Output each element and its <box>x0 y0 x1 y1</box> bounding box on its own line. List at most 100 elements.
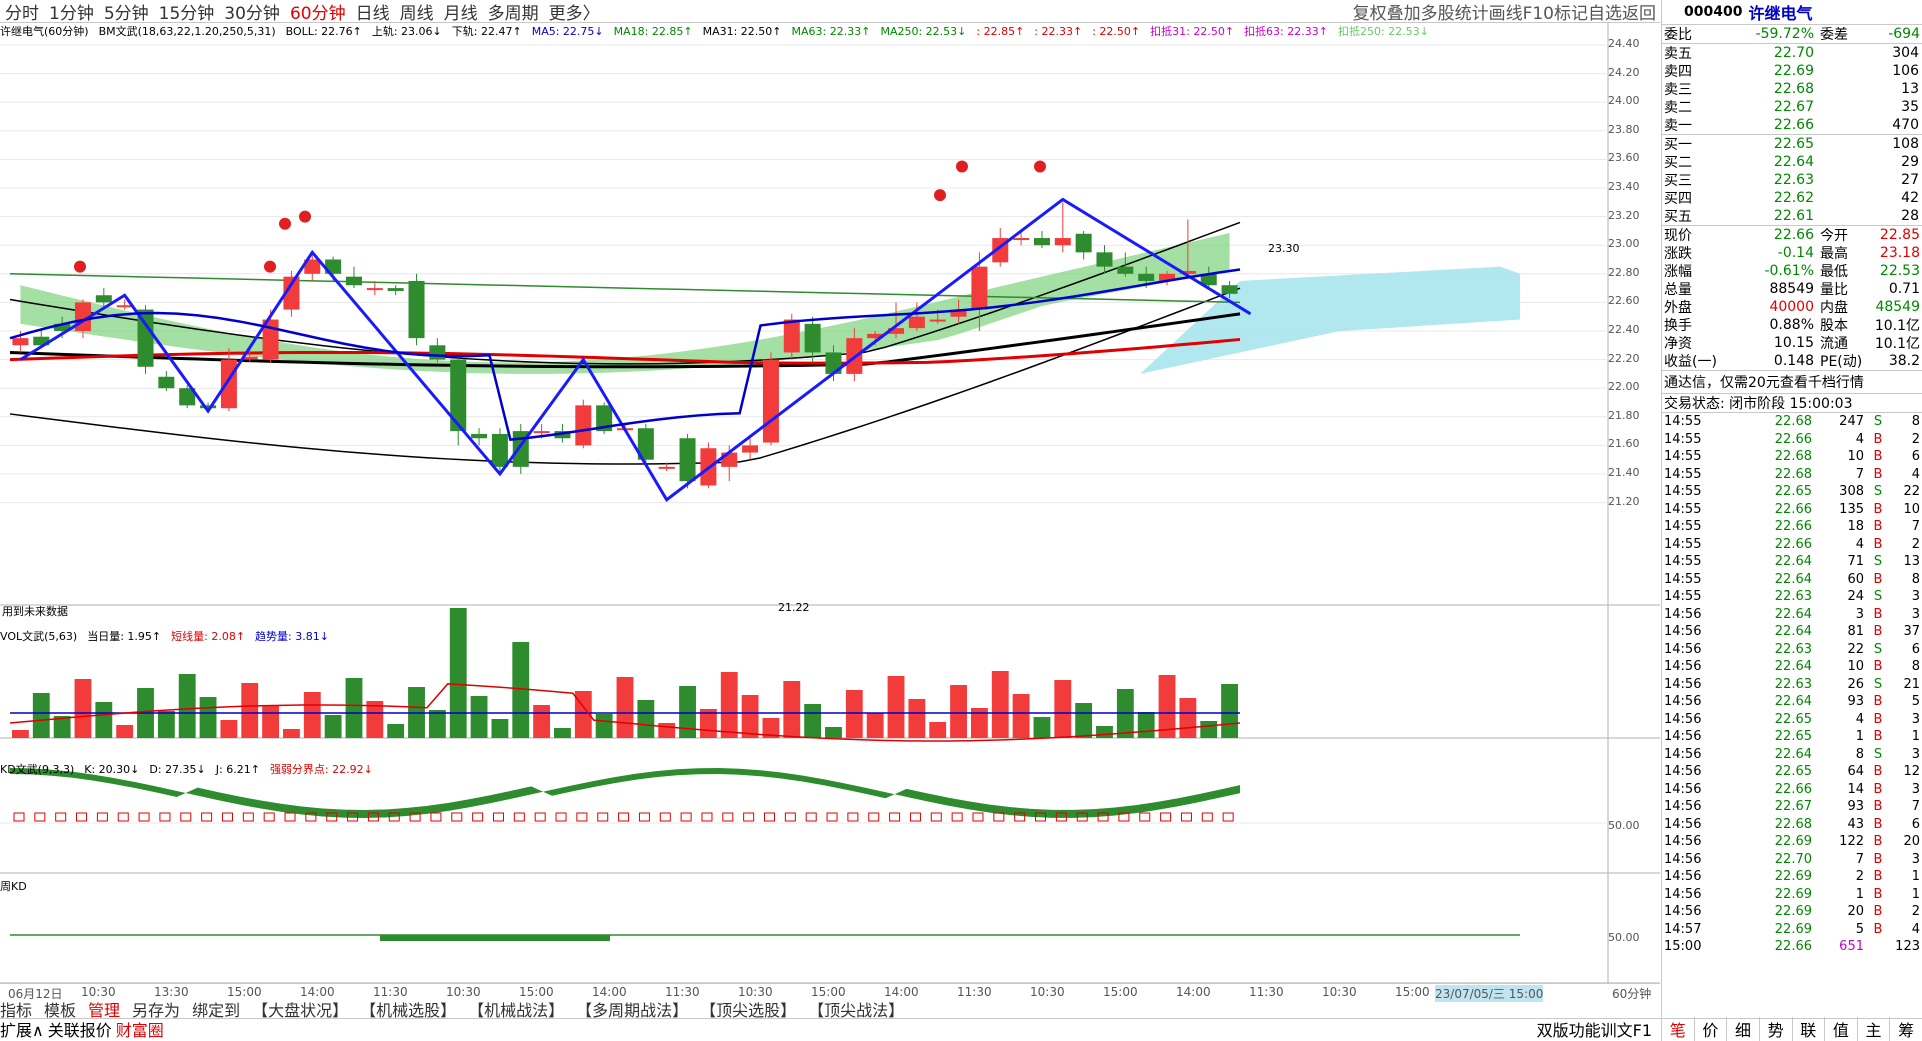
volume-bar <box>157 711 175 738</box>
template-tab[interactable]: 管理 <box>88 1000 120 1018</box>
template-tab[interactable]: 【顶尖选股】 <box>700 1000 796 1018</box>
candle-body <box>429 345 446 360</box>
tick-row: 14:56 22.64 3 B 3 <box>1662 606 1922 624</box>
chart-area[interactable]: 许继电气(60分钟) BM文武(18,63,22,1.20,250,5,31) … <box>0 23 1660 983</box>
kline-chart[interactable] <box>0 23 1660 983</box>
period-tab[interactable]: 5分钟 <box>104 0 149 24</box>
period-tab[interactable]: 周线 <box>400 0 434 24</box>
period-tab[interactable]: 分时 <box>5 0 39 24</box>
trade-status: 交易状态: 闭市阶段 15:00:03 <box>1664 396 1853 412</box>
tick-time: 14:55 <box>1664 501 1702 517</box>
candle-body <box>220 359 237 409</box>
volume-bar <box>533 705 551 738</box>
volume-bar <box>866 713 884 738</box>
tick-price: 22.69 <box>1774 886 1812 902</box>
tick-volume: 93 <box>1847 694 1864 710</box>
quote-value: 0.88% <box>1769 317 1814 333</box>
related-quote-button[interactable]: 关联报价 <box>48 1019 112 1039</box>
tick-count: 2 <box>1911 536 1920 552</box>
tick-count: 123 <box>1895 939 1920 955</box>
period-tab[interactable]: 30分钟 <box>224 0 280 24</box>
candle-body <box>658 466 675 469</box>
time-axis-label: 10:30 <box>1030 985 1065 999</box>
expand-button[interactable]: 扩展∧ <box>0 1019 44 1039</box>
volume-bar <box>303 692 321 738</box>
price-axis-label: 23.00 <box>1608 237 1640 251</box>
order-price: 22.66 <box>1773 117 1814 133</box>
template-tab[interactable]: 模板 <box>44 1000 76 1018</box>
top-tools-label[interactable]: 复权叠加多股统计画线F10标记自选返回 <box>1353 0 1656 24</box>
tick-direction: B <box>1873 501 1883 517</box>
template-tab[interactable]: 【多周期战法】 <box>576 1000 688 1018</box>
tick-volume: 7 <box>1855 466 1864 482</box>
volume-bar <box>1075 703 1093 738</box>
period-tab[interactable]: 15分钟 <box>159 0 215 24</box>
extra-v1: : 22.85↑ <box>976 24 1025 38</box>
wealth-circle-button[interactable]: 财富圈 <box>116 1019 164 1039</box>
bottom-right-tools[interactable]: 双版功能训文F1 <box>1537 1019 1652 1039</box>
tick-direction: B <box>1873 519 1883 535</box>
tick-direction: B <box>1873 904 1883 920</box>
tick-row: 14:56 22.63 22 S 6 <box>1662 641 1922 659</box>
volume-bar <box>1054 680 1072 738</box>
vol-short: 短线量: 2.08↑ <box>171 630 246 643</box>
quote-row: 收益(一) 0.148 PE(动) 38.2 <box>1662 352 1922 370</box>
quote-row: 总量 88549 量比 0.71 <box>1662 280 1922 298</box>
quote-value: 23.18 <box>1879 245 1920 261</box>
top-tools[interactable]: 复权叠加多股统计画线F10标记自选返回 <box>1352 0 1656 24</box>
vol-today: 当日量: 1.95↑ <box>87 630 162 643</box>
template-tab[interactable]: 【机械战法】 <box>468 1000 564 1018</box>
volume-bar <box>1221 684 1238 738</box>
tick-row: 14:56 22.65 4 B 3 <box>1662 711 1922 729</box>
signal-marker <box>299 210 311 223</box>
tick-volume: 93 <box>1847 799 1864 815</box>
tick-count: 13 <box>1903 554 1920 570</box>
tick-volume: 4 <box>1855 536 1864 552</box>
tick-time: 14:55 <box>1664 571 1702 587</box>
period-tab[interactable]: 多周期 <box>488 0 539 24</box>
tick-time: 14:56 <box>1664 606 1702 622</box>
template-tab[interactable]: 【大盘状况】 <box>252 1000 348 1018</box>
tick-count: 8 <box>1911 571 1920 587</box>
kd-axis-label: 50.00 <box>1608 819 1640 832</box>
quote-row: 涨幅 -0.61% 最低 22.53 <box>1662 262 1922 280</box>
candle-body <box>679 438 696 482</box>
tick-price: 22.66 <box>1774 781 1812 797</box>
period-tab[interactable]: 60分钟 <box>290 0 346 24</box>
quote-value: -0.61% <box>1764 263 1814 279</box>
kd-box <box>847 812 859 822</box>
order-label: 买三 <box>1664 173 1692 189</box>
price-axis-label: 23.20 <box>1608 208 1640 222</box>
time-axis-label: 14:00 <box>592 985 627 999</box>
tick-list[interactable]: 14:55 22.68 247 S 8 14:55 22.66 4 B 2 14:55 22.68 10… <box>1662 412 1922 956</box>
tick-count: 7 <box>1911 799 1920 815</box>
period-tab[interactable]: 1分钟 <box>49 0 94 24</box>
tick-volume: 18 <box>1847 519 1864 535</box>
period-tab[interactable]: 日线 <box>356 0 390 24</box>
tick-price: 22.69 <box>1774 921 1812 937</box>
tick-time: 14:55 <box>1664 431 1702 447</box>
quote-label: 外盘 <box>1664 300 1692 316</box>
volume-bar <box>679 686 696 738</box>
candle-body <box>1138 273 1155 281</box>
period-tab[interactable]: 更多〉 <box>549 0 600 24</box>
quote-row: 外盘 40000 内盘 48549 <box>1662 298 1922 316</box>
extra-v2: : 22.33↑ <box>1034 24 1083 38</box>
template-tab[interactable]: 指标 <box>0 1000 32 1018</box>
order-price: 22.64 <box>1773 154 1814 170</box>
period-tab[interactable]: 月线 <box>444 0 478 24</box>
tick-time: 14:55 <box>1664 519 1702 535</box>
template-tab[interactable]: 【机械选股】 <box>360 1000 456 1018</box>
template-tab[interactable]: 绑定到 <box>192 1000 240 1018</box>
template-tab[interactable]: 【顶尖战法】 <box>808 1000 904 1018</box>
notice-text[interactable]: 通达信，仅需20元查看千档行情 <box>1662 372 1864 392</box>
template-tab[interactable]: 另存为 <box>132 1000 180 1018</box>
volume-bar <box>825 727 842 738</box>
notice-row[interactable]: 通达信，仅需20元查看千档行情 <box>1662 370 1922 393</box>
kd-box <box>117 812 129 822</box>
tick-row: 14:55 22.68 10 B 6 <box>1662 448 1922 466</box>
quote-label: PE(动) <box>1820 354 1863 370</box>
order-label: 买二 <box>1664 155 1692 171</box>
price-axis-label: 21.60 <box>1608 437 1640 451</box>
order-row: 买一 22.65 108 <box>1662 135 1922 153</box>
